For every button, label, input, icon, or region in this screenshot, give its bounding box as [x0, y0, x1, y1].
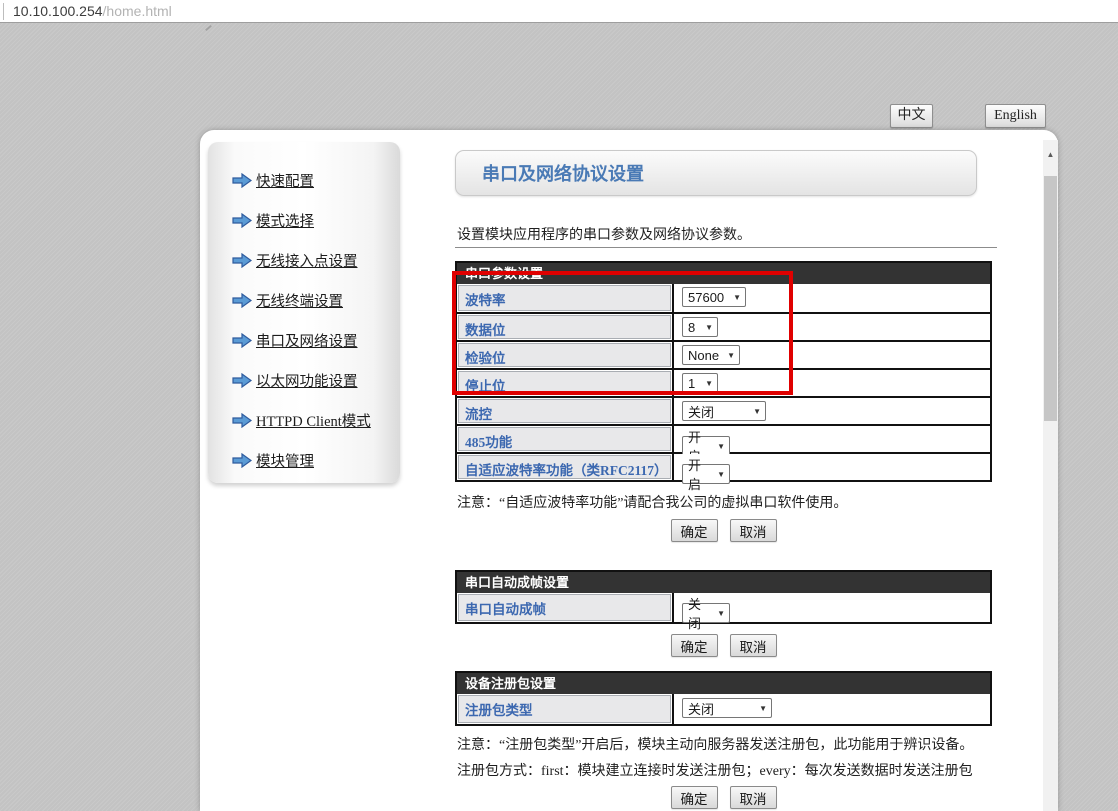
sidebar-item-mode-select[interactable]: 模式选择 [208, 200, 400, 240]
table-row-flow-control: 流控 关闭▼ [457, 396, 990, 424]
register-type-select[interactable]: 关闭▼ [682, 698, 772, 718]
table-row-baud-rate: 波特率 57600▼ [457, 284, 990, 312]
content-panel: 快速配置 模式选择 无线接入点设置 无线终端设置 串口及网络设置 以太网功能设置 [200, 130, 1058, 811]
sidebar-item-label[interactable]: 以太网功能设置 [256, 370, 358, 391]
serial-params-header: 串口参数设置 [457, 263, 990, 284]
language-chinese-button[interactable]: 中文 [890, 104, 933, 128]
serial-params-table: 串口参数设置 波特率 57600▼ 数据位 8▼ 检验位 None▼ 停止位 1… [455, 261, 992, 482]
auto-frame-header: 串口自动成帧设置 [457, 572, 990, 593]
rs485-select[interactable]: 开启▼ [682, 436, 730, 456]
scroll-up-arrow-icon[interactable]: ▲ [1043, 146, 1058, 163]
chevron-down-icon: ▼ [717, 609, 725, 618]
page-title-banner: 串口及网络协议设置 [455, 150, 977, 196]
baud-rate-select[interactable]: 57600▼ [682, 287, 746, 307]
ok-button[interactable]: 确定 [671, 786, 718, 809]
arrow-right-icon [232, 333, 252, 348]
cancel-button[interactable]: 取消 [730, 786, 777, 809]
sidebar-item-ethernet[interactable]: 以太网功能设置 [208, 360, 400, 400]
cursor-artifact [205, 25, 212, 31]
sidebar-item-label[interactable]: HTTPD Client模式 [256, 410, 371, 431]
row-label: 数据位 [458, 315, 671, 339]
arrow-right-icon [232, 253, 252, 268]
row-label: 注册包类型 [458, 695, 671, 723]
row-label: 流控 [458, 399, 671, 423]
scrollbar-thumb[interactable] [1044, 176, 1057, 421]
data-bits-select[interactable]: 8▼ [682, 317, 718, 337]
chevron-down-icon: ▼ [705, 323, 713, 332]
serial-params-actions: 确定 取消 [455, 519, 992, 542]
table-row-auto-frame: 串口自动成帧 关闭▼ [457, 593, 990, 622]
arrow-right-icon [232, 293, 252, 308]
scrollbar[interactable]: ▲ [1043, 140, 1058, 811]
address-bar-divider [3, 3, 4, 20]
chevron-down-icon: ▼ [753, 407, 761, 416]
page-title: 串口及网络协议设置 [482, 160, 644, 186]
auto-frame-actions: 确定 取消 [455, 634, 992, 657]
screen: 10.10.100.254/home.html 中文 English 快速配置 … [0, 0, 1118, 811]
ok-button[interactable]: 确定 [671, 519, 718, 542]
page-description: 设置模块应用程序的串口参数及网络协议参数。 [457, 224, 751, 244]
sidebar: 快速配置 模式选择 无线接入点设置 无线终端设置 串口及网络设置 以太网功能设置 [208, 142, 400, 483]
auto-frame-table: 串口自动成帧设置 串口自动成帧 关闭▼ [455, 570, 992, 624]
sidebar-item-serial-network[interactable]: 串口及网络设置 [208, 320, 400, 360]
cancel-button[interactable]: 取消 [730, 519, 777, 542]
register-packet-note-2: 注册包方式：first：模块建立连接时发送注册包；every：每次发送数据时发送… [457, 760, 973, 780]
parity-select[interactable]: None▼ [682, 345, 740, 365]
sidebar-item-ap-settings[interactable]: 无线接入点设置 [208, 240, 400, 280]
register-packet-note-1: 注意：“注册包类型”开启后，模块主动向服务器发送注册包，此功能用于辨识设备。 [457, 734, 973, 754]
row-label: 停止位 [458, 371, 671, 395]
table-row-485-function: 485功能 开启▼ [457, 424, 990, 452]
row-label: 波特率 [458, 285, 671, 311]
cancel-button[interactable]: 取消 [730, 634, 777, 657]
table-row-stop-bits: 停止位 1▼ [457, 368, 990, 396]
language-english-button[interactable]: English [985, 104, 1046, 128]
chevron-down-icon: ▼ [717, 470, 725, 479]
sidebar-item-label[interactable]: 模块管理 [256, 450, 314, 471]
row-label: 自适应波特率功能（类RFC2117） [458, 455, 671, 479]
register-packet-actions: 确定 取消 [455, 786, 992, 809]
serial-params-note: 注意：“自适应波特率功能”请配合我公司的虚拟串口软件使用。 [457, 492, 847, 512]
browser-address-bar[interactable]: 10.10.100.254/home.html [0, 0, 1118, 23]
chevron-down-icon: ▼ [717, 442, 725, 451]
register-packet-header: 设备注册包设置 [457, 673, 990, 694]
adaptive-baud-select[interactable]: 开启▼ [682, 464, 730, 484]
auto-frame-select[interactable]: 关闭▼ [682, 603, 730, 623]
chevron-down-icon: ▼ [705, 379, 713, 388]
arrow-right-icon [232, 373, 252, 388]
stop-bits-select[interactable]: 1▼ [682, 373, 718, 393]
url-host: 10.10.100.254 [13, 3, 103, 19]
register-packet-table: 设备注册包设置 注册包类型 关闭▼ [455, 671, 992, 726]
url-text[interactable]: 10.10.100.254/home.html [13, 3, 172, 19]
flow-control-select[interactable]: 关闭▼ [682, 401, 766, 421]
sidebar-item-quick-config[interactable]: 快速配置 [208, 160, 400, 200]
sidebar-item-label[interactable]: 无线接入点设置 [256, 250, 358, 271]
sidebar-item-label[interactable]: 串口及网络设置 [256, 330, 358, 351]
arrow-right-icon [232, 453, 252, 468]
divider [455, 247, 997, 248]
arrow-right-icon [232, 413, 252, 428]
arrow-right-icon [232, 173, 252, 188]
chevron-down-icon: ▼ [759, 704, 767, 713]
sidebar-item-label[interactable]: 无线终端设置 [256, 290, 343, 311]
table-row-register-type: 注册包类型 关闭▼ [457, 694, 990, 724]
table-row-parity: 检验位 None▼ [457, 340, 990, 368]
sidebar-item-sta-settings[interactable]: 无线终端设置 [208, 280, 400, 320]
sidebar-item-module-manage[interactable]: 模块管理 [208, 440, 400, 480]
row-label: 检验位 [458, 343, 671, 367]
sidebar-item-label[interactable]: 快速配置 [256, 170, 314, 191]
chevron-down-icon: ▼ [727, 351, 735, 360]
sidebar-item-label[interactable]: 模式选择 [256, 210, 314, 231]
table-row-data-bits: 数据位 8▼ [457, 312, 990, 340]
row-label: 485功能 [458, 427, 671, 451]
url-path: /home.html [103, 3, 172, 19]
table-row-adaptive-baud: 自适应波特率功能（类RFC2117） 开启▼ [457, 452, 990, 480]
arrow-right-icon [232, 213, 252, 228]
ok-button[interactable]: 确定 [671, 634, 718, 657]
row-label: 串口自动成帧 [458, 594, 671, 621]
chevron-down-icon: ▼ [733, 293, 741, 302]
sidebar-item-httpd-client[interactable]: HTTPD Client模式 [208, 400, 400, 440]
